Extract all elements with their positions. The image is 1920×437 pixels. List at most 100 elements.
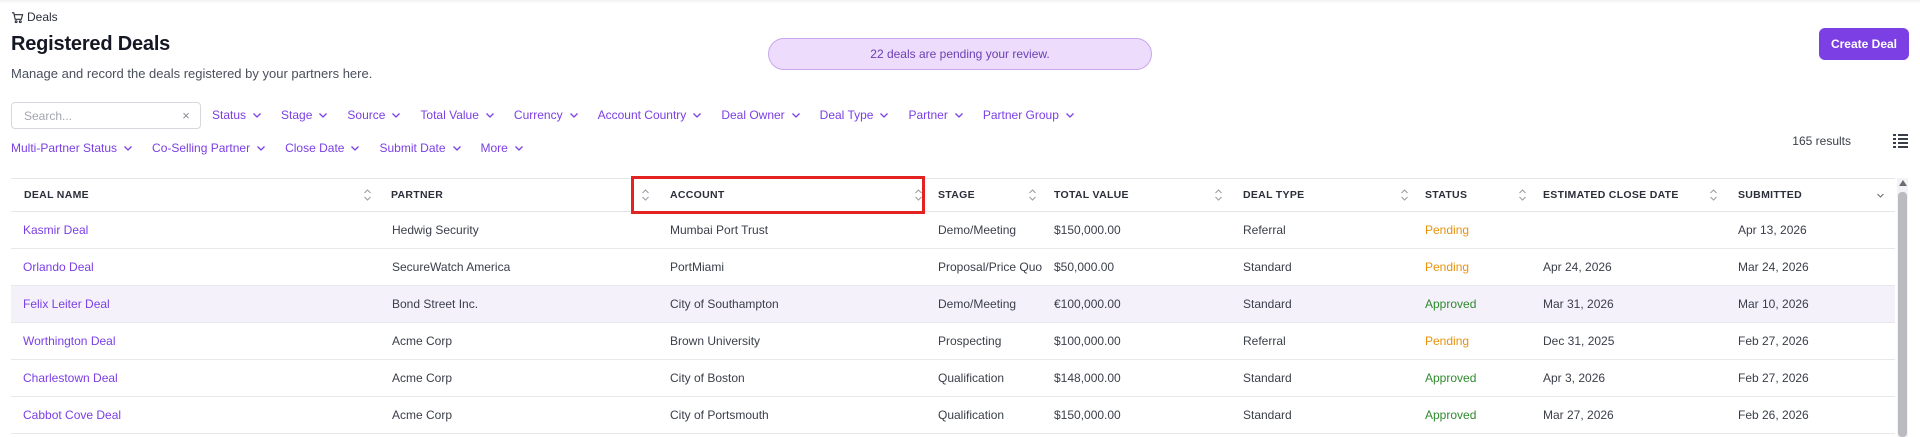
sort-icon[interactable] — [1028, 188, 1037, 202]
cell-account: Mumbai Port Trust — [670, 223, 769, 237]
deal-name-link[interactable]: Worthington Deal — [11, 334, 382, 348]
sort-desc-icon[interactable] — [1876, 188, 1885, 202]
table-row[interactable]: Worthington Deal Acme Corp Brown Universit… — [11, 323, 1895, 360]
column-header-label: SUBMITTED — [1738, 189, 1802, 201]
cell-value: $148,000.00 — [1054, 371, 1121, 385]
filter-label: Currency — [513, 108, 563, 122]
scroll-up-arrow[interactable] — [1899, 180, 1907, 186]
filter-status[interactable]: Status — [212, 108, 262, 122]
pending-review-text: 22 deals are pending your review. — [870, 47, 1050, 61]
column-header-estimated-close-date[interactable]: ESTIMATED CLOSE DATE — [1537, 179, 1728, 211]
cell-submitted: Mar 10, 2026 — [1738, 297, 1809, 311]
deals-icon — [11, 11, 24, 23]
filter-total-value[interactable]: Total Value — [420, 108, 494, 122]
column-header-stage[interactable]: STAGE — [933, 179, 1047, 211]
chevron-down-icon — [514, 146, 523, 151]
clear-search-icon[interactable]: × — [180, 108, 192, 123]
sort-icon[interactable] — [1214, 188, 1223, 202]
cell-stage: Demo/Meeting — [938, 297, 1017, 311]
cell-partner: Acme Corp — [392, 408, 453, 422]
filter-source[interactable]: Source — [347, 108, 401, 122]
cell-account: Brown University — [670, 334, 761, 348]
chevron-down-icon — [253, 113, 261, 118]
table-row[interactable]: Orlando Deal SecureWatch America PortMiami… — [11, 249, 1895, 286]
sort-icon[interactable] — [641, 188, 650, 202]
chevron-down-icon — [485, 113, 494, 118]
cell-type: Standard — [1243, 260, 1292, 274]
filter-stage[interactable]: Stage — [281, 108, 328, 122]
status-badge: Pending — [1425, 334, 1470, 348]
filter-label: Deal Owner — [721, 108, 785, 122]
chevron-down-icon — [954, 113, 963, 118]
table-row[interactable]: Cabbot Cove Deal Acme Corp City of Portsmo… — [11, 397, 1895, 434]
filter-multi-partner-status[interactable]: Multi-Partner Status — [11, 141, 133, 155]
table-row[interactable]: Charlestown Deal Acme Corp City of Boston Q… — [11, 360, 1895, 397]
table-body: Kasmir Deal Hedwig Security Mumbai Port Tr… — [11, 212, 1895, 434]
cell-partner: Bond Street Inc. — [392, 297, 479, 311]
filter-account-country[interactable]: Account Country — [598, 108, 703, 122]
filter-submit-date[interactable]: Submit Date — [379, 141, 461, 155]
chevron-down-icon — [124, 146, 133, 151]
chevron-down-icon — [257, 146, 266, 151]
filter-currency[interactable]: Currency — [514, 108, 579, 122]
cell-type: Referral — [1243, 223, 1286, 237]
cell-close: Apr 3, 2026 — [1543, 371, 1606, 385]
column-header-status[interactable]: STATUS — [1419, 179, 1537, 211]
deal-name-link[interactable]: Kasmir Deal — [11, 223, 382, 237]
deal-name-link[interactable]: Orlando Deal — [11, 260, 382, 274]
status-badge: Approved — [1425, 371, 1477, 385]
filter-label: Status — [212, 108, 247, 122]
cell-stage: Prospecting — [938, 334, 1002, 348]
chevron-down-icon — [452, 146, 461, 151]
filter-deal-type[interactable]: Deal Type — [820, 108, 890, 122]
create-deal-button[interactable]: Create Deal — [1819, 28, 1909, 60]
cell-account: City of Southampton — [670, 297, 779, 311]
status-badge: Approved — [1425, 297, 1477, 311]
breadcrumb-label: Deals — [27, 10, 58, 24]
sort-icon[interactable] — [1518, 188, 1527, 202]
column-header-partner[interactable]: PARTNER — [382, 179, 660, 211]
filter-label: Account Country — [597, 108, 687, 122]
results-count: 165 results — [1792, 134, 1851, 148]
table-row[interactable]: Felix Leiter Deal Bond Street Inc. City of… — [11, 286, 1895, 323]
scrollbar-thumb[interactable] — [1898, 192, 1907, 437]
status-badge: Pending — [1425, 223, 1470, 237]
deal-name-link[interactable]: Felix Leiter Deal — [11, 297, 382, 311]
status-badge: Pending — [1425, 260, 1470, 274]
deal-name-link[interactable]: Cabbot Cove Deal — [11, 408, 382, 422]
sort-icon[interactable] — [914, 188, 923, 202]
filter-label: Partner Group — [982, 108, 1059, 122]
column-header-label: ACCOUNT — [670, 189, 725, 201]
cell-submitted: Apr 13, 2026 — [1738, 223, 1807, 237]
filter-deal-owner[interactable]: Deal Owner — [721, 108, 800, 122]
filter-partner-group[interactable]: Partner Group — [983, 108, 1075, 122]
deal-name-link[interactable]: Charlestown Deal — [11, 371, 382, 385]
column-header-account[interactable]: ACCOUNT — [660, 179, 933, 211]
sort-icon[interactable] — [1709, 188, 1718, 202]
cell-account: City of Portsmouth — [670, 408, 769, 422]
column-view-icon[interactable] — [1893, 133, 1908, 148]
filter-partner[interactable]: Partner — [908, 108, 963, 122]
filter-more[interactable]: More — [481, 141, 524, 155]
breadcrumb[interactable]: Deals — [11, 10, 58, 24]
column-header-submitted[interactable]: SUBMITTED — [1728, 179, 1895, 211]
column-header-label: ESTIMATED CLOSE DATE — [1543, 189, 1679, 201]
search-input[interactable] — [24, 108, 180, 123]
sort-icon[interactable] — [1400, 188, 1409, 202]
filter-label: Multi-Partner Status — [11, 141, 118, 155]
column-header-total-value[interactable]: TOTAL VALUE — [1047, 179, 1233, 211]
pending-review-banner[interactable]: 22 deals are pending your review. — [768, 38, 1152, 70]
page-subtitle: Manage and record the deals registered b… — [11, 66, 373, 81]
cell-submitted: Feb 27, 2026 — [1738, 334, 1809, 348]
cell-type: Standard — [1243, 297, 1292, 311]
cell-stage: Proposal/Price Quo — [938, 260, 1043, 274]
column-header-label: TOTAL VALUE — [1054, 189, 1129, 201]
filter-co-selling-partner[interactable]: Co-Selling Partner — [152, 141, 266, 155]
cell-submitted: Feb 27, 2026 — [1738, 371, 1809, 385]
filter-close-date[interactable]: Close Date — [285, 141, 360, 155]
column-header-deal-type[interactable]: DEAL TYPE — [1233, 179, 1419, 211]
status-badge: Approved — [1425, 408, 1477, 422]
table-row[interactable]: Kasmir Deal Hedwig Security Mumbai Port Tr… — [11, 212, 1895, 249]
column-header-deal-name[interactable]: DEAL NAME — [11, 179, 382, 211]
sort-icon[interactable] — [363, 188, 372, 202]
